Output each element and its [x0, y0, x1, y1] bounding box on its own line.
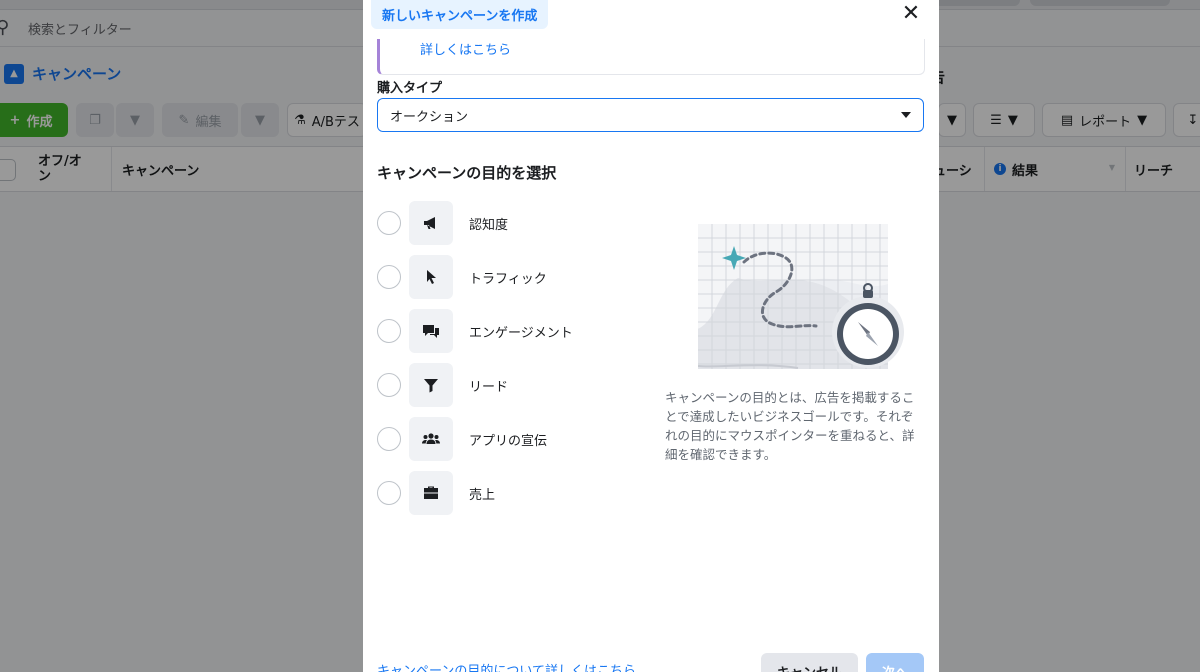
buy-type-select[interactable]: オークション — [377, 98, 924, 132]
objective-description: キャンペーンの目的とは、広告を掲載することで達成したいビジネスゴールです。それぞ… — [665, 390, 915, 462]
objective-label: 認知度 — [469, 217, 509, 233]
objective-option-awareness[interactable]: 認知度 — [377, 201, 637, 245]
objective-option-engagement[interactable]: エンゲージメント — [377, 309, 637, 353]
people-icon — [409, 417, 453, 461]
objective-section-title: キャンペーンの目的を選択 — [377, 164, 557, 182]
close-icon: ✕ — [901, 0, 921, 26]
objective-radio[interactable] — [377, 481, 401, 505]
objective-help-link[interactable]: キャンペーンの目的について詳しくはこちら — [377, 660, 636, 672]
objective-label: エンゲージメント — [469, 325, 573, 341]
objective-radio[interactable] — [377, 373, 401, 397]
objective-label: トラフィック — [469, 271, 547, 287]
cursor-icon — [409, 255, 453, 299]
compass-map-illustration — [698, 224, 904, 369]
objective-radio[interactable] — [377, 265, 401, 289]
chat-bubbles-icon — [409, 309, 453, 353]
objective-radio[interactable] — [377, 319, 401, 343]
buy-type-label: 購入タイプ — [377, 81, 443, 96]
objective-label: リード — [469, 379, 509, 395]
info-callout: 詳しくはこちら — [377, 39, 925, 75]
objective-label: アプリの宣伝 — [469, 433, 548, 449]
modal-title-tab: 新しいキャンペーンを作成 — [371, 0, 549, 29]
objective-option-app-promotion[interactable]: アプリの宣伝 — [377, 417, 637, 461]
cancel-button[interactable]: キャンセル — [761, 653, 858, 672]
briefcase-icon — [409, 471, 453, 515]
objective-radio[interactable] — [377, 427, 401, 451]
caret-down-icon — [901, 112, 911, 118]
objective-label: 売上 — [469, 487, 496, 503]
objective-option-leads[interactable]: リード — [377, 363, 637, 407]
objective-option-sales[interactable]: 売上 — [377, 471, 637, 515]
next-button[interactable]: 次へ — [866, 653, 924, 672]
megaphone-icon — [409, 201, 453, 245]
create-campaign-modal: 新しいキャンペーンを作成 ✕ 詳しくはこちら 購入タイプ オークション キャンペ… — [363, 0, 939, 672]
buy-type-value: オークション — [390, 109, 469, 125]
learn-more-link[interactable]: 詳しくはこちら — [420, 39, 511, 58]
objective-option-traffic[interactable]: トラフィック — [377, 255, 637, 299]
funnel-icon — [409, 363, 453, 407]
close-button[interactable]: ✕ — [896, 0, 926, 26]
objective-radio[interactable] — [377, 211, 401, 235]
